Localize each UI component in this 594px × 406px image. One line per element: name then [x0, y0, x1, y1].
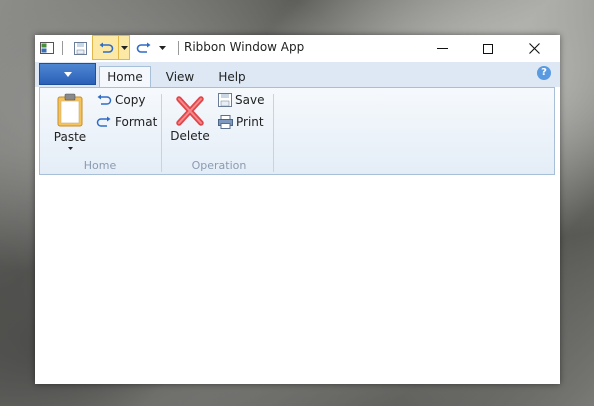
save-icon[interactable]: [72, 40, 88, 56]
title-bar: Ribbon Window App: [35, 35, 560, 62]
tab-view[interactable]: View: [157, 66, 203, 87]
print-button[interactable]: Print: [218, 113, 264, 131]
paste-label: Paste: [53, 130, 87, 144]
application-menu-button[interactable]: [39, 63, 96, 85]
save-label: Save: [235, 93, 265, 107]
maximize-icon: [483, 43, 493, 54]
paste-dropdown-icon: [67, 147, 73, 150]
window-title: Ribbon Window App: [184, 40, 305, 54]
delete-button[interactable]: Delete: [170, 93, 210, 143]
group-separator: [273, 94, 274, 172]
maximize-button[interactable]: [465, 35, 511, 62]
minimize-icon: [436, 48, 448, 49]
chevron-down-icon: [63, 71, 72, 77]
qat-separator: [62, 41, 63, 55]
copy-button[interactable]: Copy: [96, 91, 145, 109]
dropdown-arrow-icon[interactable]: [119, 35, 130, 60]
clipboard-icon: [57, 93, 83, 127]
app-icon[interactable]: [39, 40, 55, 56]
format-label: Format: [115, 115, 158, 129]
help-icon[interactable]: ?: [537, 66, 551, 80]
copy-label: Copy: [115, 93, 146, 107]
tab-help[interactable]: Help: [207, 66, 257, 87]
undo-icon[interactable]: [92, 35, 119, 60]
ribbon-panel: Paste Copy Format Home Delete Save Print…: [39, 87, 555, 175]
delete-x-icon: [176, 96, 204, 126]
main-window: Ribbon Window App Home View Help ? Paste: [35, 35, 560, 384]
group-separator: [161, 94, 162, 172]
paste-button[interactable]: Paste: [52, 93, 88, 150]
group-label-home: Home: [83, 159, 117, 172]
print-label: Print: [236, 115, 264, 129]
close-icon: [528, 43, 540, 54]
group-label-operation: Operation: [191, 159, 247, 172]
tab-home[interactable]: Home: [99, 66, 151, 87]
delete-label: Delete: [170, 129, 210, 143]
floppy-icon: [218, 93, 232, 107]
title-separator: [178, 41, 179, 55]
format-button[interactable]: Format: [96, 113, 157, 131]
save-button[interactable]: Save: [218, 91, 264, 109]
customize-icon[interactable]: [157, 40, 167, 56]
format-arrow-icon: [96, 116, 111, 127]
minimize-button[interactable]: [419, 35, 465, 62]
redo-icon[interactable]: [136, 40, 152, 56]
copy-arrow-icon: [97, 94, 112, 105]
ribbon-tab-bar: Home View Help ?: [35, 62, 560, 87]
close-button[interactable]: [511, 35, 557, 62]
document-area[interactable]: [35, 178, 560, 384]
printer-icon: [218, 115, 233, 129]
